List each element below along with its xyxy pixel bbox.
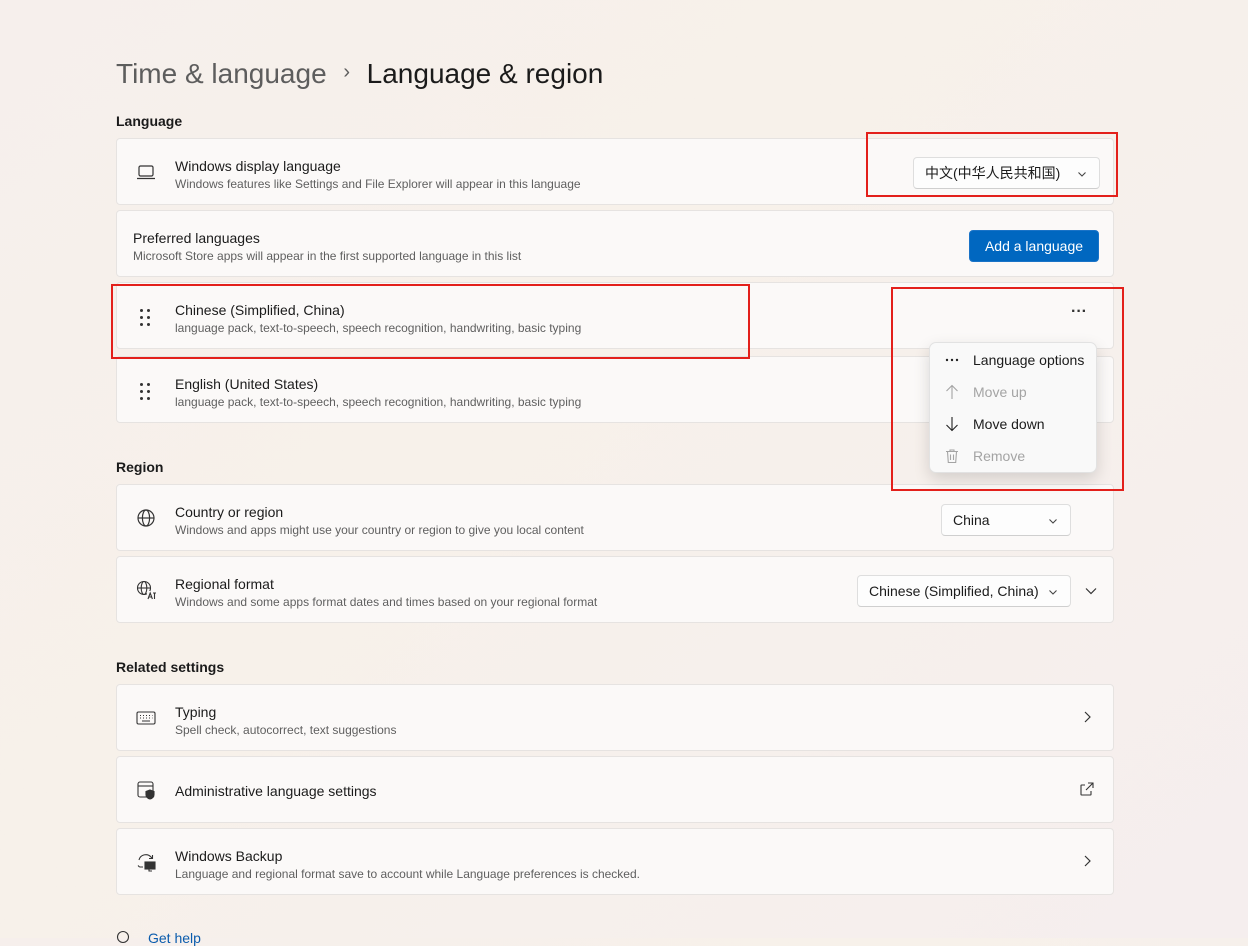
breadcrumb: Time & language › Language & region	[116, 58, 603, 90]
get-help-link[interactable]: Get help	[148, 930, 201, 946]
regional-format-subtitle: Windows and some apps format dates and t…	[175, 595, 598, 609]
regional-format-icon	[136, 580, 156, 600]
windows-backup-title: Windows Backup	[175, 848, 283, 864]
typing-card[interactable]: Typing Spell check, autocorrect, text su…	[116, 684, 1114, 751]
chevron-down-icon	[1049, 590, 1057, 595]
country-region-subtitle: Windows and apps might use your country …	[175, 523, 584, 537]
typing-subtitle: Spell check, autocorrect, text suggestio…	[175, 723, 397, 737]
regional-format-dropdown[interactable]: Chinese (Simplified, China)	[857, 575, 1071, 607]
country-region-value: China	[953, 512, 990, 528]
region-section-heading: Region	[116, 459, 164, 475]
regional-format-title: Regional format	[175, 576, 274, 592]
country-region-card: Country or region Windows and apps might…	[116, 484, 1114, 551]
admin-shield-icon	[137, 781, 155, 800]
language-item-subtitle: language pack, text-to-speech, speech re…	[175, 395, 582, 409]
preferred-languages-subtitle: Microsoft Store apps will appear in the …	[133, 249, 522, 263]
help-icon	[116, 930, 130, 944]
external-link-icon	[1080, 782, 1094, 796]
country-region-title: Country or region	[175, 504, 284, 520]
drag-handle-icon[interactable]	[139, 382, 151, 400]
page-title: Language & region	[366, 58, 604, 89]
language-item-title: English (United States)	[175, 376, 319, 392]
admin-language-card[interactable]: Administrative language settings	[116, 756, 1114, 823]
preferred-languages-title: Preferred languages	[133, 230, 260, 246]
expand-chevron-icon[interactable]	[1084, 584, 1098, 598]
add-language-button[interactable]: Add a language	[969, 230, 1099, 262]
backup-icon	[137, 854, 156, 872]
regional-format-value: Chinese (Simplified, China)	[869, 583, 1039, 599]
language-section-heading: Language	[116, 113, 183, 129]
related-settings-heading: Related settings	[116, 659, 225, 675]
admin-language-title: Administrative language settings	[175, 783, 377, 799]
globe-icon	[137, 509, 155, 527]
windows-backup-card[interactable]: Windows Backup Language and regional for…	[116, 828, 1114, 895]
breadcrumb-separator-icon: ›	[343, 61, 350, 84]
chevron-down-icon	[1049, 519, 1057, 524]
highlight-box	[891, 287, 1124, 491]
highlight-box	[111, 284, 750, 359]
country-region-dropdown[interactable]: China	[941, 504, 1071, 536]
keyboard-icon	[136, 711, 156, 725]
highlight-box	[866, 132, 1118, 197]
typing-title: Typing	[175, 704, 217, 720]
breadcrumb-parent-link[interactable]: Time & language	[116, 58, 327, 89]
preferred-languages-card: Preferred languages Microsoft Store apps…	[116, 210, 1114, 277]
chevron-right-icon	[1084, 711, 1091, 723]
display-language-title: Windows display language	[175, 158, 341, 174]
windows-backup-subtitle: Language and regional format save to acc…	[175, 867, 640, 881]
display-language-subtitle: Windows features like Settings and File …	[175, 177, 581, 191]
regional-format-card[interactable]: Regional format Windows and some apps fo…	[116, 556, 1114, 623]
chevron-right-icon	[1084, 855, 1091, 867]
laptop-icon	[137, 165, 155, 180]
